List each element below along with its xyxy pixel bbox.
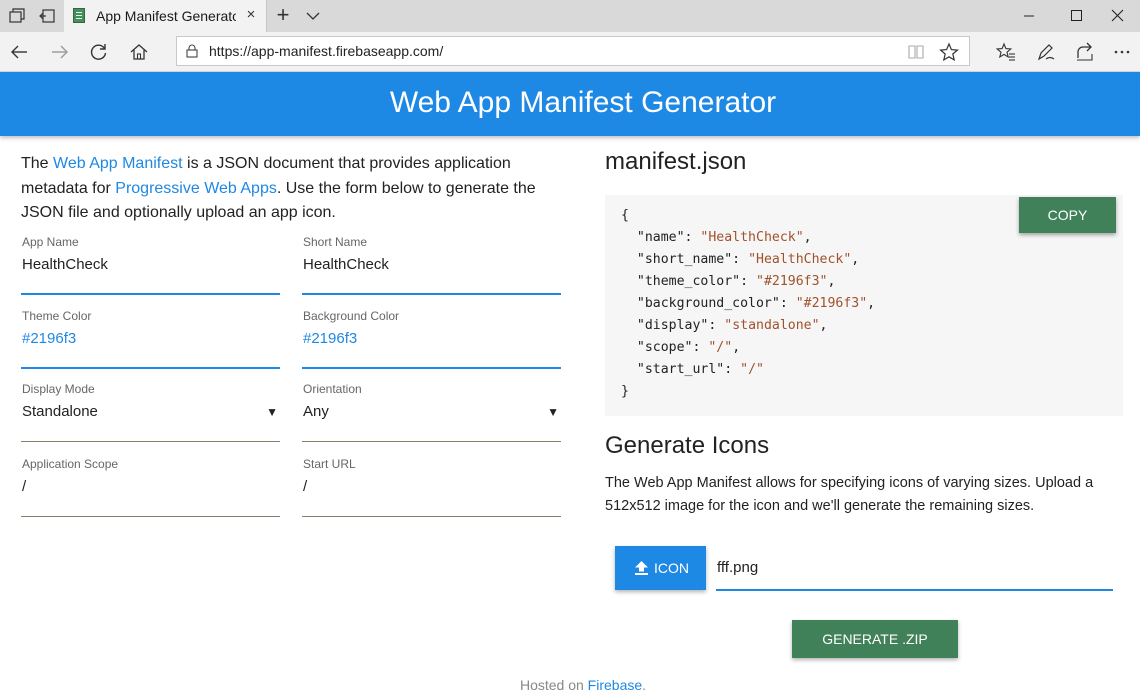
- app-header: Web App Manifest Generator: [0, 72, 1140, 136]
- code-value: "standalone": [724, 318, 820, 333]
- intro-paragraph: The Web App Manifest is a JSON document …: [21, 152, 561, 226]
- icon-file-field[interactable]: fff.png: [716, 550, 1113, 591]
- code-value: "#2196f3": [756, 274, 828, 289]
- app-name-field[interactable]: App Name HealthCheck: [21, 235, 280, 295]
- icon-file-name[interactable]: fff.png: [717, 559, 758, 576]
- code-close-brace: }: [621, 384, 629, 399]
- tab-title: App Manifest Generator: [96, 8, 236, 24]
- firebase-link[interactable]: Firebase: [588, 677, 642, 693]
- app-name-value[interactable]: HealthCheck: [22, 256, 108, 273]
- copy-button[interactable]: COPY: [1019, 197, 1116, 233]
- intro-text: The: [21, 155, 54, 172]
- url-field[interactable]: https://app-manifest.firebaseapp.com/: [176, 36, 970, 66]
- generate-icons-title: Generate Icons: [605, 432, 770, 459]
- page-favicon-icon: [73, 8, 85, 23]
- code-key: "start_url": [636, 362, 725, 377]
- code-key: "background_color": [636, 296, 780, 311]
- dropdown-arrow-icon[interactable]: ▼: [547, 405, 559, 419]
- web-app-manifest-link[interactable]: Web App Manifest: [53, 155, 183, 172]
- code-value: "HealthCheck": [700, 230, 804, 245]
- footer: Hosted on Firebase.: [0, 677, 1140, 693]
- upload-icon-button-label: ICON: [654, 560, 689, 576]
- manifest-json-code: { "name": "HealthCheck", "short_name": "…: [621, 208, 876, 399]
- upload-icon-button[interactable]: ICON: [615, 546, 706, 590]
- code-open-brace: {: [621, 208, 629, 223]
- display-mode-value[interactable]: Standalone: [22, 403, 98, 420]
- background-color-label: Background Color: [303, 309, 400, 323]
- orientation-value[interactable]: Any: [303, 403, 329, 420]
- code-value: "/": [740, 362, 764, 377]
- more-options-icon[interactable]: [1112, 42, 1132, 62]
- theme-color-label: Theme Color: [22, 309, 92, 323]
- orientation-label: Orientation: [303, 382, 362, 396]
- footer-end: .: [642, 677, 647, 693]
- short-name-label: Short Name: [303, 235, 368, 249]
- code-value: "#2196f3": [795, 296, 868, 311]
- browser-tab-active[interactable]: App Manifest Generator ×: [64, 0, 267, 32]
- generate-icons-description: The Web App Manifest allows for specifyi…: [605, 475, 1094, 514]
- close-tab-icon[interactable]: ×: [243, 7, 259, 23]
- favorites-hub-icon[interactable]: [996, 42, 1016, 62]
- start-url-field[interactable]: Start URL /: [302, 457, 561, 517]
- browser-tab-bar: App Manifest Generator × +: [0, 0, 1140, 32]
- manifest-title: manifest.json: [605, 148, 747, 175]
- application-scope-value[interactable]: /: [22, 478, 26, 495]
- display-mode-select[interactable]: Display Mode Standalone ▼: [21, 382, 280, 442]
- upload-arrow-icon: [635, 561, 648, 575]
- chevron-down-icon[interactable]: [304, 8, 322, 24]
- web-note-pen-icon[interactable]: [1036, 42, 1056, 62]
- app-name-label: App Name: [22, 235, 79, 249]
- display-mode-label: Display Mode: [22, 382, 95, 396]
- application-scope-label: Application Scope: [22, 457, 119, 471]
- application-scope-field[interactable]: Application Scope /: [21, 457, 280, 517]
- home-icon[interactable]: [129, 42, 149, 62]
- orientation-select[interactable]: Orientation Any ▼: [302, 382, 561, 442]
- code-value: "/": [708, 340, 733, 355]
- theme-color-value[interactable]: #2196f3: [22, 330, 76, 347]
- code-key: "short_name": [636, 252, 733, 267]
- code-separator: ,: [867, 296, 876, 311]
- code-key: "theme_color": [636, 274, 741, 289]
- code-key: "name": [636, 230, 685, 245]
- code-key: "scope": [636, 340, 693, 355]
- maximize-window-icon[interactable]: [1053, 4, 1099, 28]
- progressive-web-apps-link[interactable]: Progressive Web Apps: [115, 180, 277, 197]
- code-key: "display": [636, 318, 709, 333]
- close-window-icon[interactable]: [1094, 4, 1140, 28]
- footer-text: Hosted on: [519, 677, 588, 693]
- forward-arrow-icon[interactable]: [50, 42, 70, 62]
- theme-color-field[interactable]: Theme Color #2196f3: [21, 309, 280, 369]
- background-color-value[interactable]: #2196f3: [303, 330, 357, 347]
- start-url-label: Start URL: [303, 457, 356, 471]
- minimize-window-icon[interactable]: [1006, 4, 1052, 28]
- short-name-value[interactable]: HealthCheck: [303, 256, 389, 273]
- page-title: Web App Manifest Generator: [389, 86, 777, 119]
- code-separator: ,: [732, 340, 741, 355]
- start-url-value[interactable]: /: [303, 478, 307, 495]
- url-text[interactable]: https://app-manifest.firebaseapp.com/: [209, 43, 443, 59]
- code-separator: ,: [803, 230, 812, 245]
- new-tab-button[interactable]: +: [272, 4, 294, 28]
- generate-zip-button[interactable]: GENERATE .ZIP: [792, 620, 958, 658]
- code-separator: ,: [851, 252, 860, 267]
- tab-overview-icon[interactable]: [8, 7, 26, 25]
- refresh-icon[interactable]: [89, 42, 109, 62]
- share-icon[interactable]: [1075, 42, 1095, 62]
- lock-icon[interactable]: [185, 44, 199, 58]
- back-arrow-icon[interactable]: [9, 42, 29, 62]
- short-name-field[interactable]: Short Name HealthCheck: [302, 235, 561, 295]
- dropdown-arrow-icon[interactable]: ▼: [266, 405, 278, 419]
- code-value: "HealthCheck": [748, 252, 852, 267]
- browser-address-bar: https://app-manifest.firebaseapp.com/: [0, 32, 1140, 72]
- background-color-field[interactable]: Background Color #2196f3: [302, 309, 561, 369]
- set-aside-tabs-icon[interactable]: [38, 7, 56, 25]
- code-separator: ,: [819, 318, 828, 333]
- favorite-star-icon[interactable]: [939, 42, 959, 62]
- code-separator: ,: [827, 274, 836, 289]
- reading-view-icon[interactable]: [906, 42, 926, 62]
